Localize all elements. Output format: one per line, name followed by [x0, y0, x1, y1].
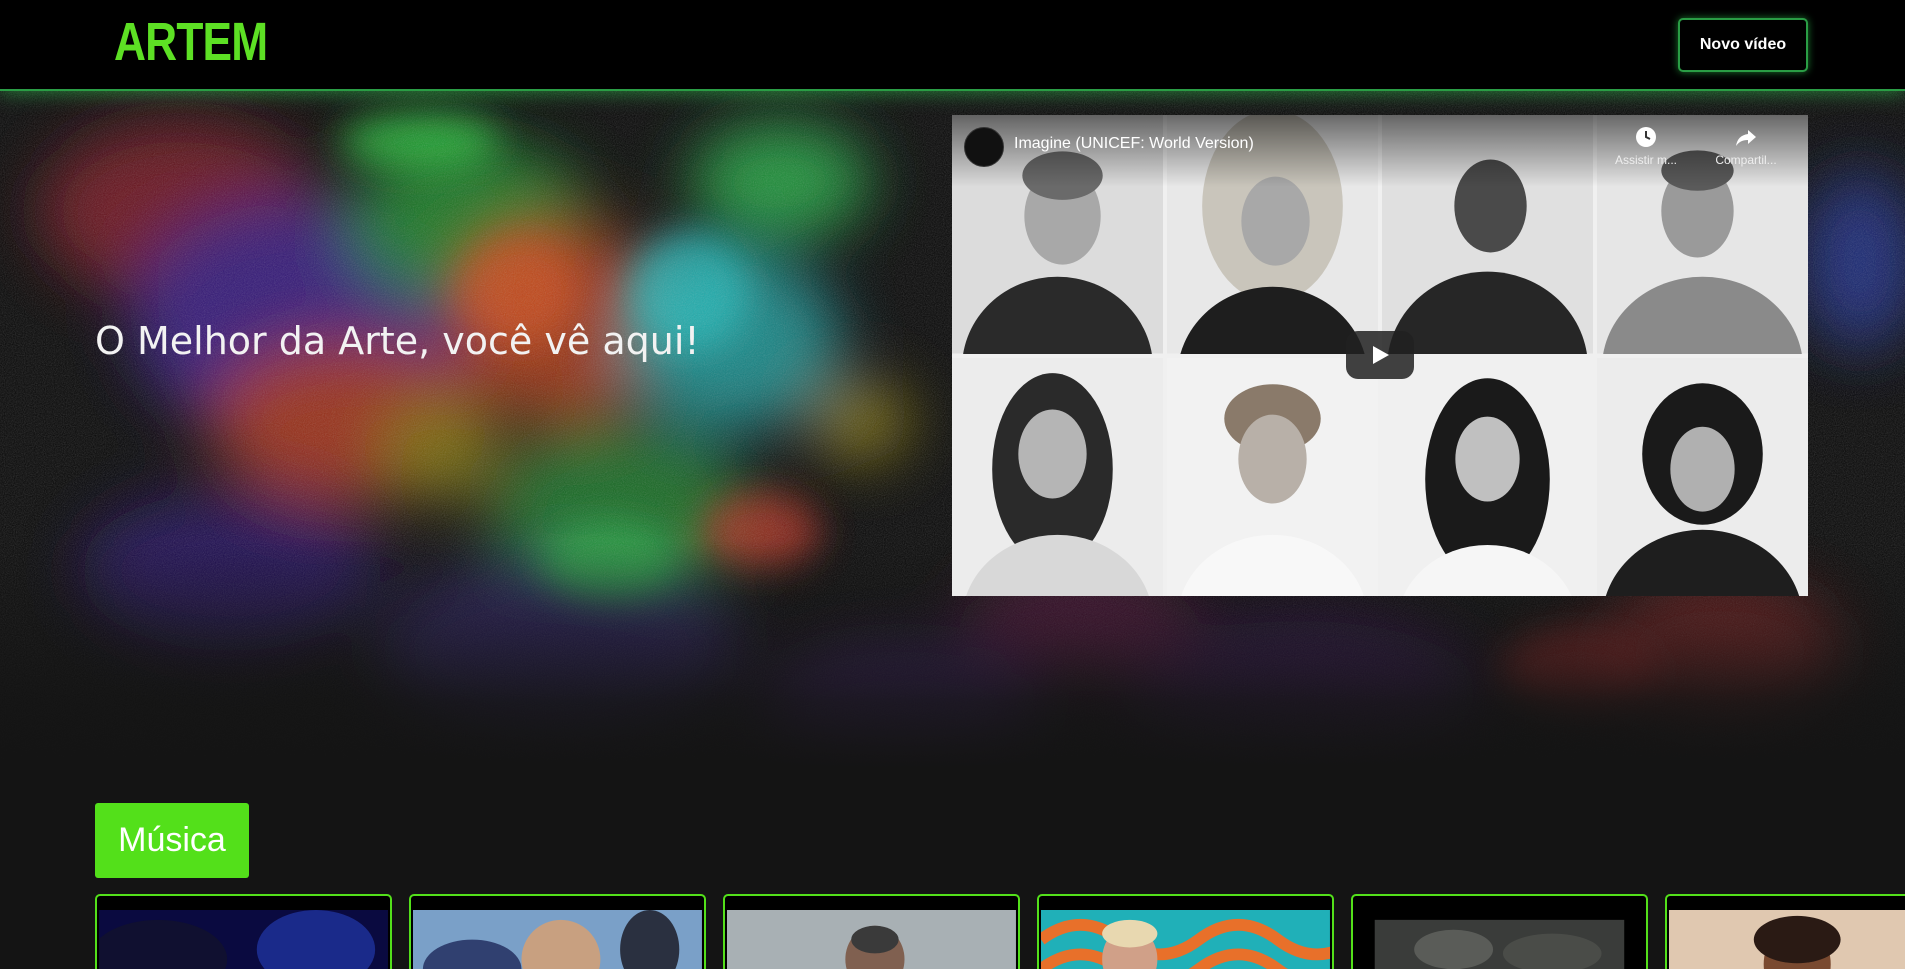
video-player[interactable]: Imagine (UNICEF: World Version) Assistir…: [952, 115, 1808, 596]
share-label: Compartil...: [1715, 153, 1777, 167]
share-icon: [1736, 130, 1756, 146]
play-button[interactable]: [1346, 331, 1414, 379]
video-card[interactable]: [1665, 894, 1905, 969]
video-title[interactable]: Imagine (UNICEF: World Version): [1014, 135, 1254, 153]
site-header: ARTEM Novo vídeo: [0, 0, 1905, 91]
clock-icon: [1636, 127, 1656, 147]
video-card-thumbnail: [99, 910, 388, 969]
category-music-label: Música: [95, 803, 249, 878]
video-card-thumbnail: [727, 910, 1016, 969]
hero-title: O Melhor da Arte, você vê aqui!: [95, 319, 700, 363]
watch-later-label: Assistir m...: [1615, 153, 1677, 167]
watch-later-button[interactable]: Assistir m...: [1606, 125, 1686, 167]
video-frame-cell: [1597, 357, 1808, 596]
video-card[interactable]: [95, 894, 392, 969]
video-frame-cell: [1167, 357, 1378, 596]
video-card[interactable]: [1037, 894, 1334, 969]
new-video-button[interactable]: Novo vídeo: [1678, 18, 1808, 72]
video-frame-cell: [1382, 357, 1593, 596]
video-frame-cell: [952, 357, 1163, 596]
logo[interactable]: ARTEM: [114, 14, 268, 70]
video-card-thumbnail: [1669, 910, 1905, 969]
video-card-thumbnail: [1355, 910, 1644, 969]
video-card[interactable]: [723, 894, 1020, 969]
video-card-thumbnail: [413, 910, 702, 969]
video-card-row: [0, 894, 1905, 969]
channel-avatar[interactable]: [964, 127, 1004, 167]
video-card[interactable]: [409, 894, 706, 969]
share-button[interactable]: Compartil...: [1706, 125, 1786, 167]
play-icon: [1373, 346, 1389, 364]
video-card-thumbnail: [1041, 910, 1330, 969]
video-card[interactable]: [1351, 894, 1648, 969]
